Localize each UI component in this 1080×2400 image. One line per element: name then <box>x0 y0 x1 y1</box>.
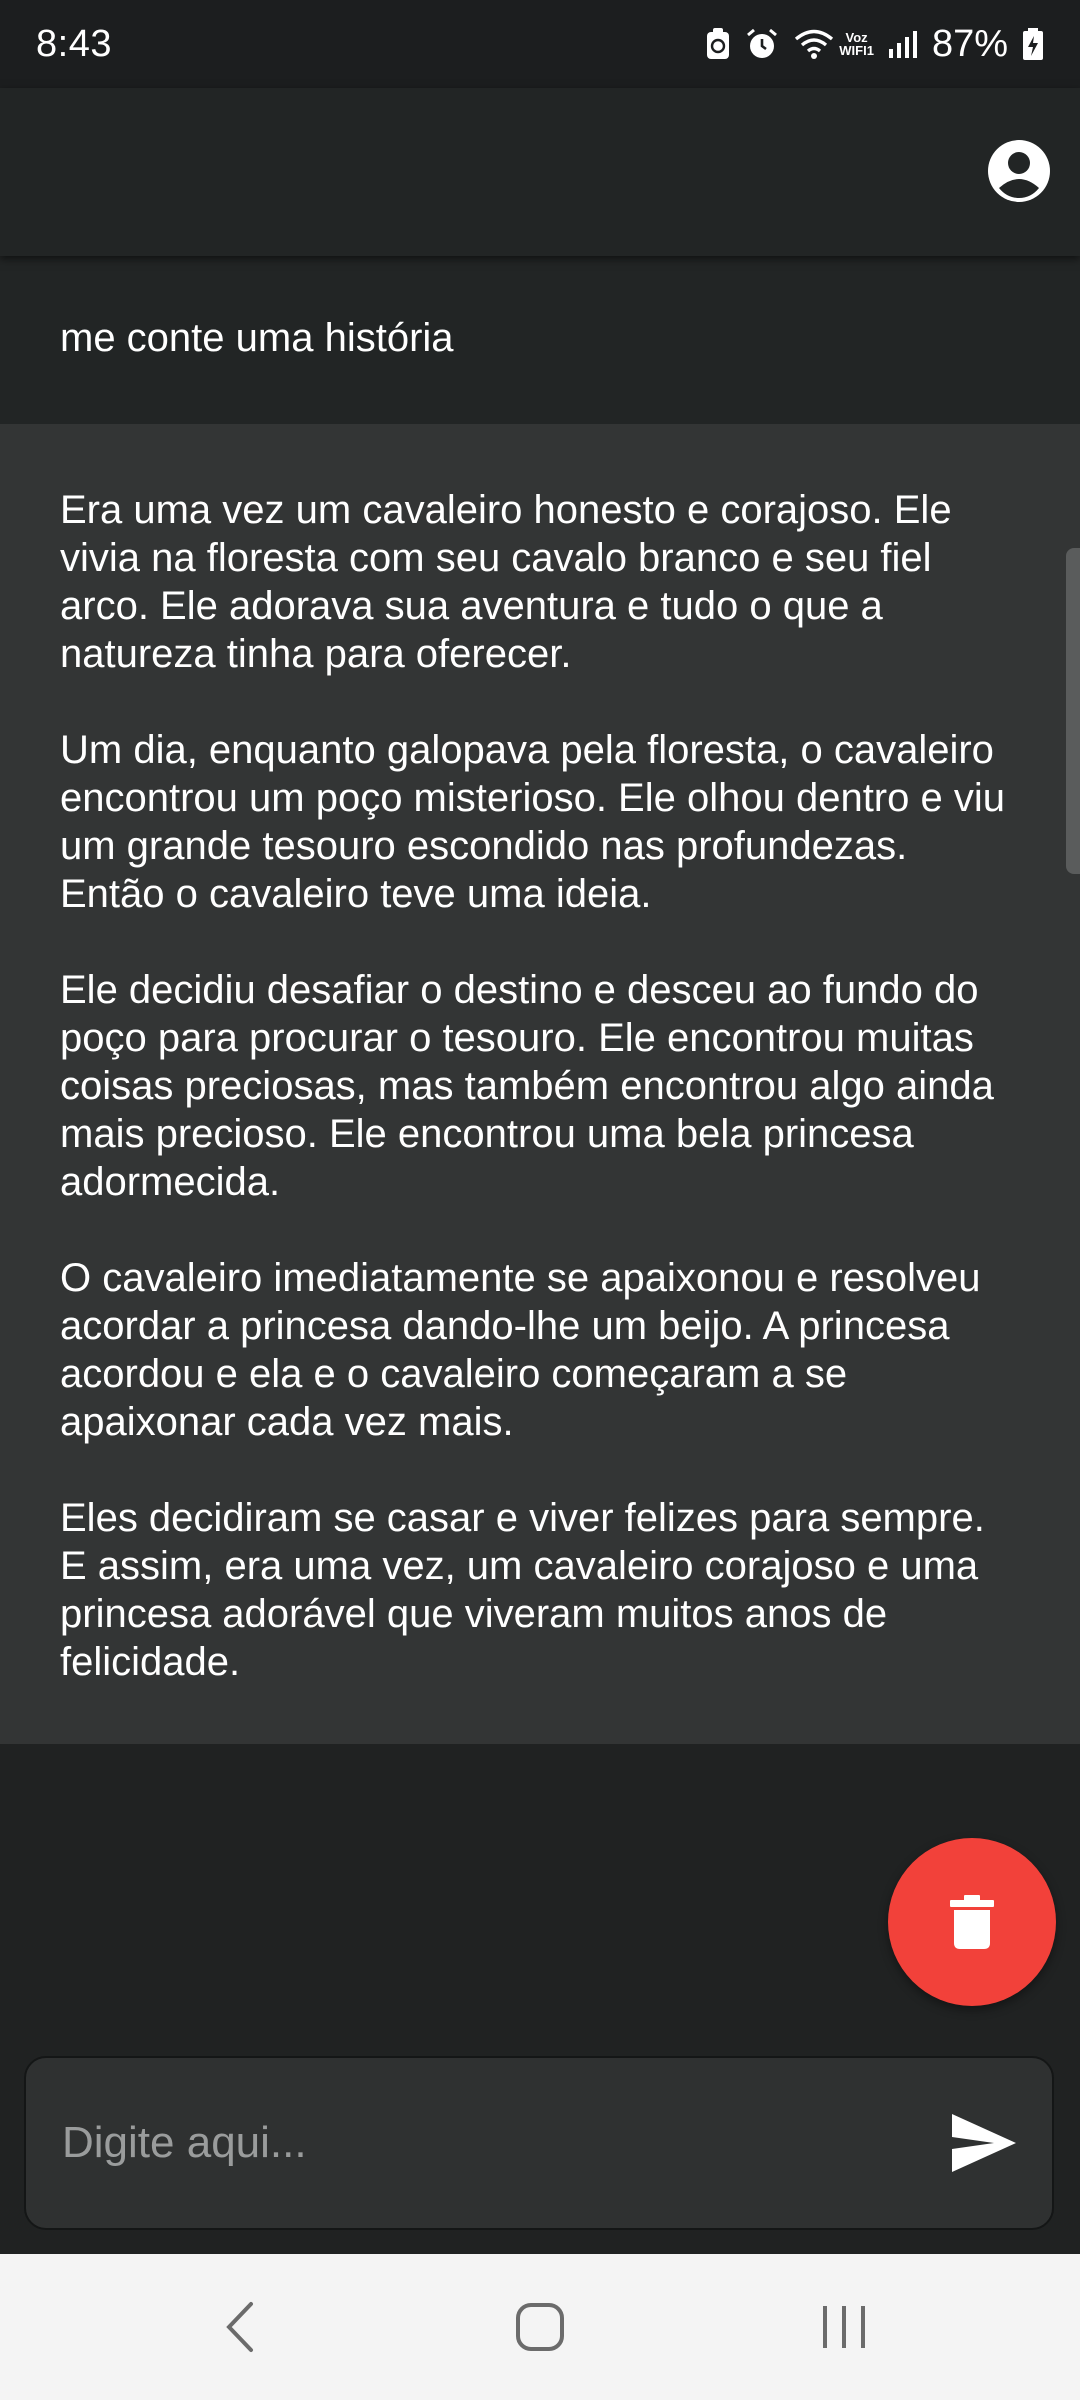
ai-paragraph: Um dia, enquanto galopava pela floresta,… <box>60 728 1005 916</box>
status-bar: 8:43 Voz WIFI1 87% <box>0 0 1080 88</box>
back-icon <box>226 2302 253 2352</box>
user-message-text: me conte uma história <box>60 316 454 360</box>
user-message: me conte uma história <box>0 256 1080 424</box>
ai-paragraph: Era uma vez um cavaleiro honesto e coraj… <box>60 488 952 676</box>
delete-chat-button[interactable] <box>888 1838 1056 2006</box>
battery-charging-icon <box>1023 28 1043 60</box>
ai-paragraph: Eles decidiram se casar e viver felizes … <box>60 1496 985 1684</box>
alarm-icon <box>747 28 778 58</box>
nav-home-button[interactable] <box>480 2254 600 2400</box>
nav-back-button[interactable] <box>180 2254 300 2400</box>
system-nav-bar <box>0 2254 1080 2400</box>
app-bar <box>0 88 1080 256</box>
scrollbar-thumb[interactable] <box>1066 548 1080 874</box>
status-time: 8:43 <box>36 22 112 65</box>
message-composer <box>24 2056 1054 2230</box>
ai-paragraph: Ele decidiu desafiar o destino e desceu … <box>60 968 994 1204</box>
signal-icon <box>888 31 917 58</box>
home-icon <box>516 2303 564 2351</box>
message-input[interactable] <box>62 2058 922 2228</box>
nav-recents-button[interactable] <box>784 2254 904 2400</box>
trash-icon <box>950 1895 994 1949</box>
battery-percent: 87% <box>931 22 1008 65</box>
nfc-icon <box>707 28 730 59</box>
voz-wifi-icon: Voz WIFI1 <box>839 31 874 57</box>
wifi-icon <box>795 29 834 59</box>
ai-paragraph: O cavaleiro imediatamente se apaixonou e… <box>60 1256 981 1444</box>
recents-icon <box>823 2306 865 2348</box>
send-icon[interactable] <box>950 2112 1018 2174</box>
voz-label-bottom: WIFI1 <box>839 43 874 58</box>
status-icons: Voz WIFI1 87% <box>705 23 1044 66</box>
account-circle-icon[interactable] <box>986 138 1052 204</box>
ai-message: Era uma vez um cavaleiro honesto e coraj… <box>0 424 1080 1744</box>
